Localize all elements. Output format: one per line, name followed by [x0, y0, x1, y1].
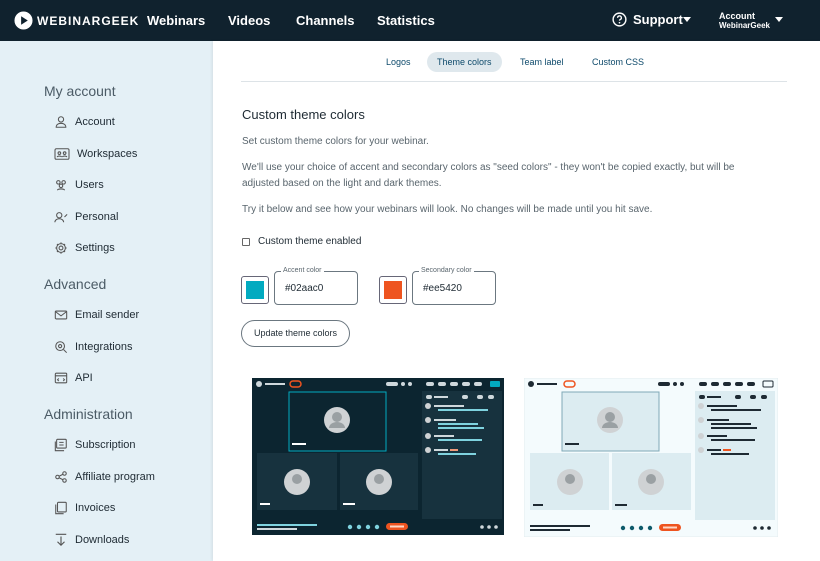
secondary-color-value: #ee5420 [423, 283, 462, 294]
sidebar-item-api[interactable]: API [54, 371, 93, 385]
brand-name: WEBINARGEEK [37, 13, 140, 28]
sidebar-item-label: Affiliate program [75, 471, 155, 483]
account-name: WebinarGeek [719, 21, 770, 30]
tab-logos[interactable]: Logos [376, 52, 421, 72]
subscription-icon [54, 438, 67, 452]
sidebar-item-label: Downloads [75, 534, 130, 546]
sidebar-item-invoices[interactable]: Invoices [54, 501, 115, 515]
sidebar-item-subscription[interactable]: Subscription [54, 438, 136, 452]
accent-color-field[interactable]: Accent color #02aac0 [274, 266, 358, 305]
help-icon [612, 12, 627, 27]
description-intro: Set custom theme colors for your webinar… [242, 136, 429, 147]
sidebar-item-label: API [75, 372, 93, 384]
account-label: Account [719, 11, 755, 21]
gear-icon [55, 242, 67, 254]
sidebar-item-settings[interactable]: Settings [54, 241, 115, 255]
users-icon [56, 180, 66, 191]
personal-icon [54, 212, 68, 223]
api-icon [54, 372, 68, 384]
sidebar-item-label: Users [75, 179, 104, 191]
integrations-icon [55, 341, 68, 354]
chevron-down-icon [683, 17, 691, 22]
nav-videos[interactable]: Videos [228, 13, 270, 28]
nav-channels[interactable]: Channels [296, 13, 355, 28]
page-title: Custom theme colors [242, 107, 365, 122]
top-navbar: WEBINARGEEK Webinars Videos Channels Sta… [0, 0, 820, 41]
sidebar-item-label: Settings [75, 242, 115, 254]
sidebar-item-label: Email sender [75, 309, 140, 321]
light-theme-preview [524, 378, 778, 537]
support-label: Support [633, 12, 683, 27]
dark-theme-preview [252, 378, 504, 535]
tab-team-label[interactable]: Team label [510, 52, 574, 72]
sidebar-item-label: Account [75, 116, 115, 128]
tabs-divider [241, 81, 787, 82]
sidebar-item-label: Integrations [75, 341, 133, 353]
chevron-down-icon [775, 17, 783, 22]
sidebar-item-integrations[interactable]: Integrations [54, 340, 132, 354]
account-menu[interactable]: Account WebinarGeek [719, 11, 783, 30]
sidebar-item-users[interactable]: Users [54, 178, 104, 192]
sidebar-item-label: Invoices [75, 502, 116, 514]
envelope-icon [54, 310, 68, 320]
affiliate-icon [55, 471, 67, 483]
download-icon [55, 533, 67, 547]
section-advanced: Advanced [44, 276, 107, 292]
sidebar-item-label: Subscription [75, 439, 136, 451]
support-menu[interactable]: Support [612, 12, 691, 27]
checkbox-box[interactable] [242, 237, 250, 246]
brand-logo[interactable]: WEBINARGEEK [14, 11, 139, 30]
description-seed-colors: We'll use your choice of accent and seco… [242, 162, 735, 189]
secondary-swatch-fill [384, 281, 402, 299]
tab-theme-colors[interactable]: Theme colors [427, 52, 502, 72]
section-administration: Administration [44, 406, 133, 422]
nav-webinars[interactable]: Webinars [147, 13, 205, 28]
nav-statistics[interactable]: Statistics [377, 13, 435, 28]
sidebar-item-affiliate[interactable]: Affiliate program [54, 470, 155, 484]
accent-color-label: Accent color [281, 266, 324, 276]
secondary-color-swatch[interactable] [379, 276, 407, 304]
secondary-color-field[interactable]: Secondary color #ee5420 [412, 266, 496, 305]
sidebar-item-personal[interactable]: Personal [54, 210, 118, 224]
accent-swatch-fill [246, 281, 264, 299]
accent-color-value: #02aac0 [285, 283, 324, 294]
description-try-it: Try it below and see how your webinars w… [242, 204, 653, 215]
update-theme-colors-button[interactable]: Update theme colors [241, 320, 350, 347]
user-icon [55, 116, 67, 128]
tab-custom-css[interactable]: Custom CSS [582, 52, 654, 72]
sidebar-item-workspaces[interactable]: Workspaces [54, 147, 137, 161]
sidebar-item-label: Workspaces [77, 148, 138, 160]
invoices-icon [55, 501, 67, 515]
secondary-color-label: Secondary color [419, 266, 474, 276]
sidebar-item-label: Personal [75, 211, 119, 223]
sidebar-item-email-sender[interactable]: Email sender [54, 308, 139, 322]
sidebar-item-downloads[interactable]: Downloads [54, 533, 129, 547]
workspaces-icon [54, 148, 70, 160]
accent-color-swatch[interactable] [241, 276, 269, 304]
sidebar: My account Account Workspaces Users Pers… [0, 41, 213, 561]
play-logo-icon [14, 11, 33, 30]
custom-theme-checkbox[interactable]: Custom theme enabled [242, 236, 361, 247]
sidebar-item-account[interactable]: Account [54, 115, 115, 129]
main-content: Logos Theme colors Team label Custom CSS… [213, 41, 820, 561]
checkbox-label: Custom theme enabled [258, 236, 362, 247]
section-my-account: My account [44, 83, 116, 99]
